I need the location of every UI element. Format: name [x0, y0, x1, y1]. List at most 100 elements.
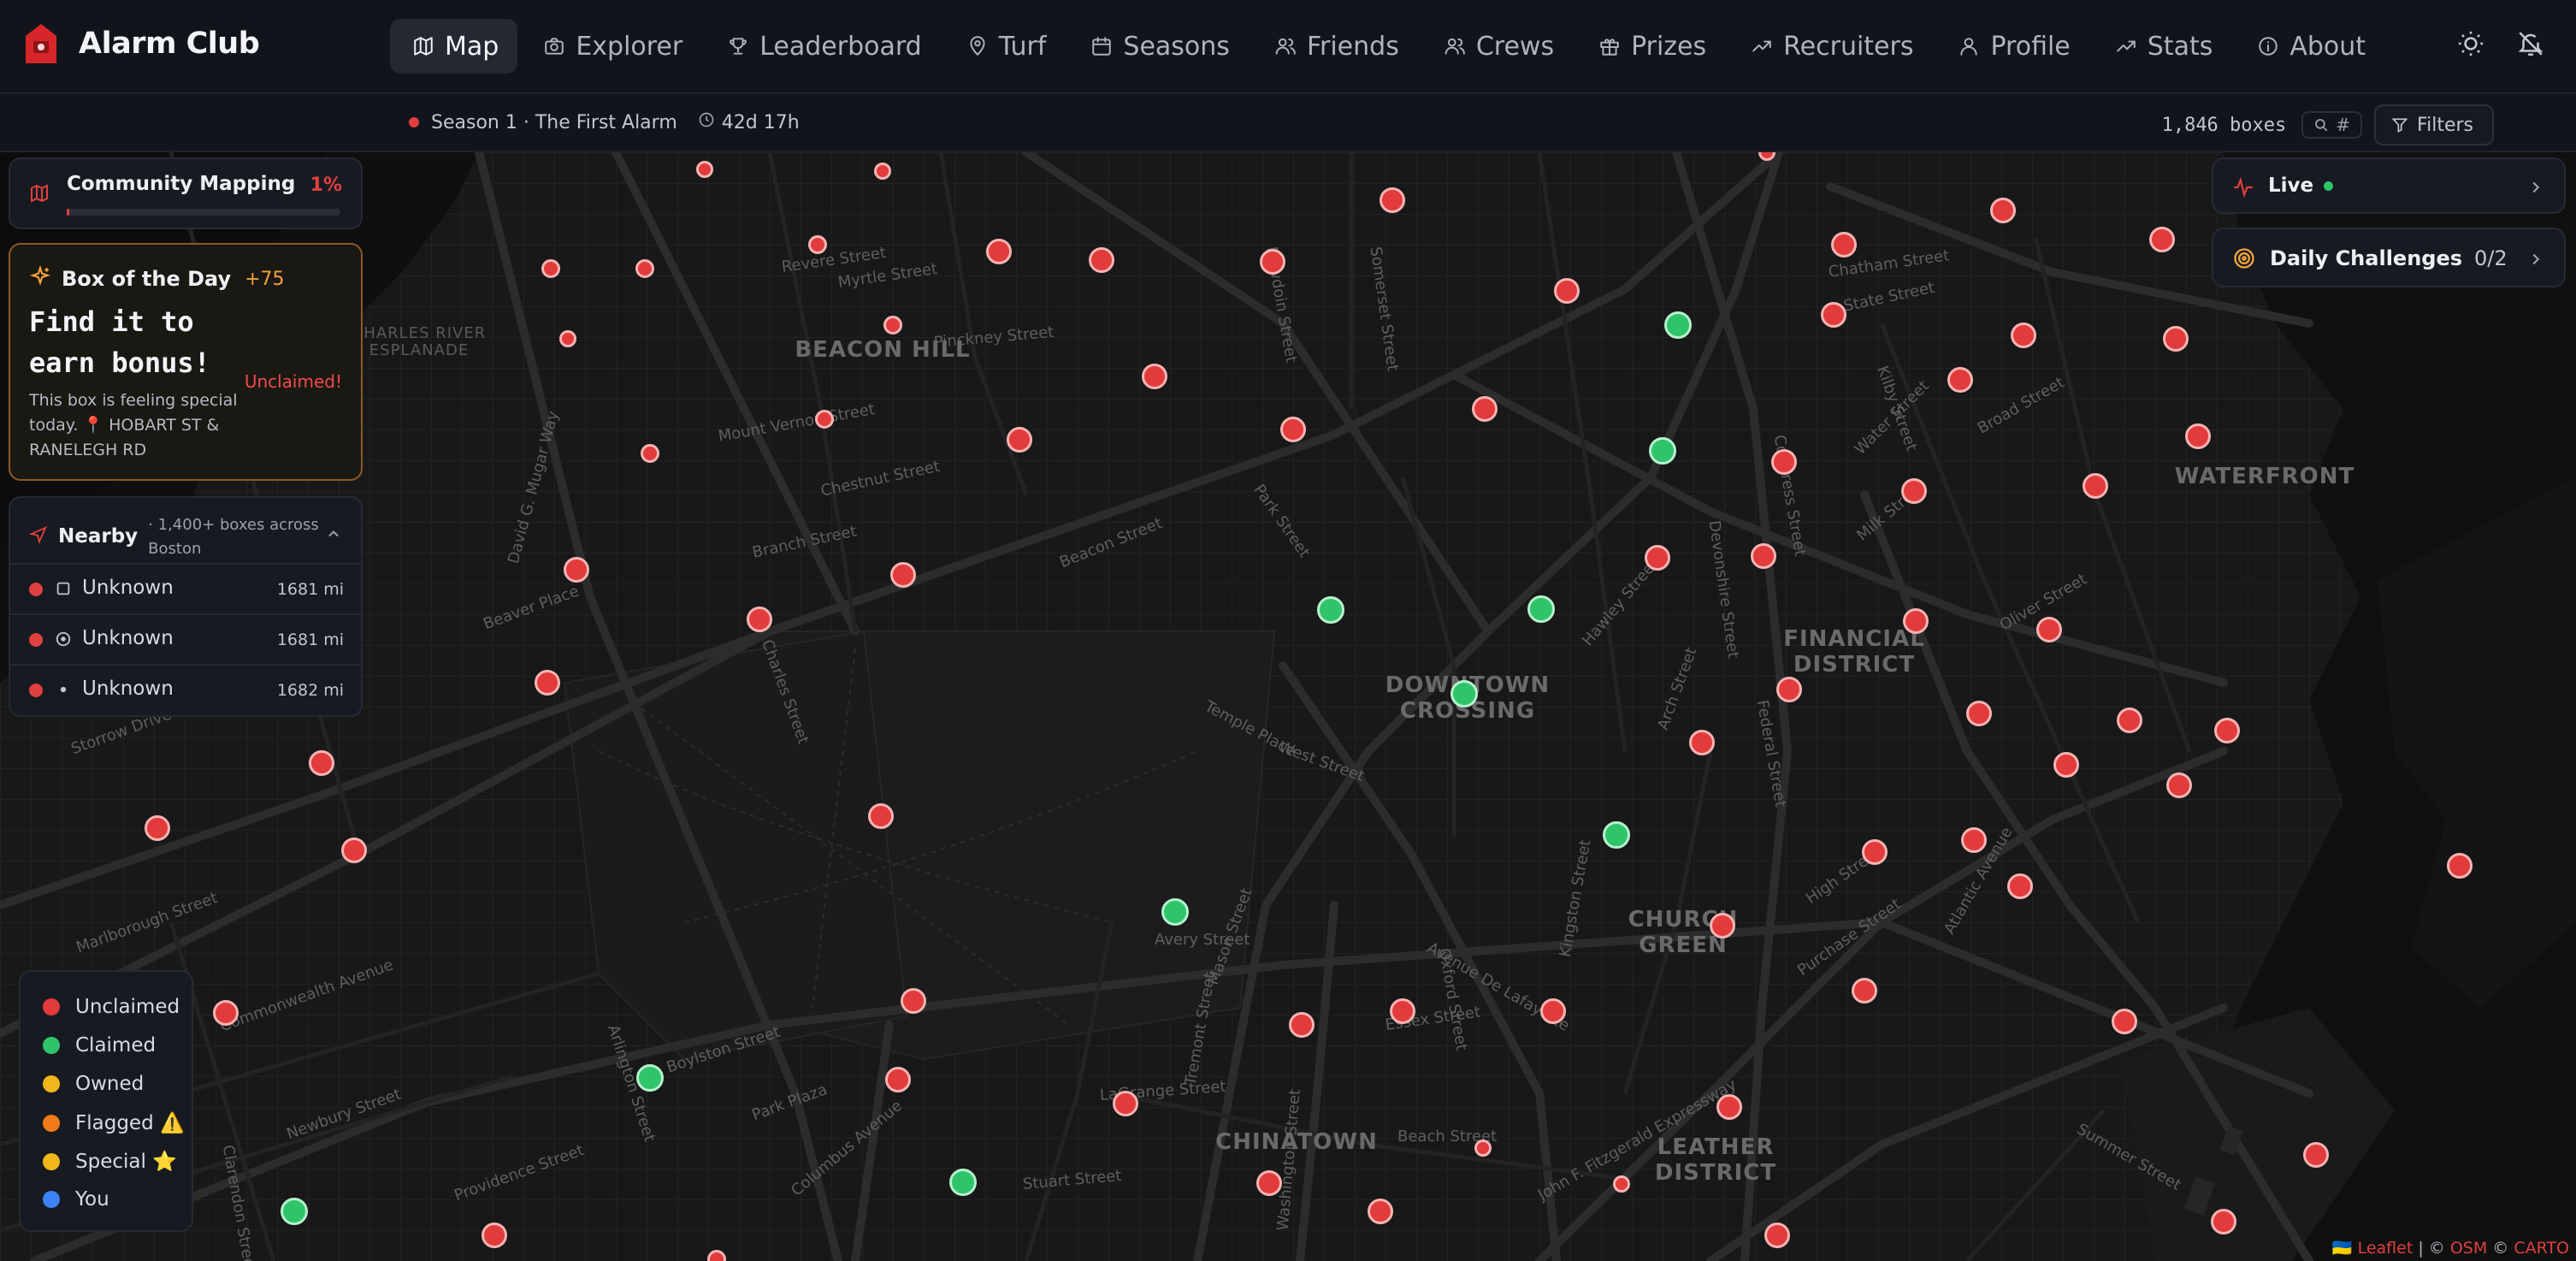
unclaimed-box-marker[interactable]	[2166, 773, 2192, 798]
unclaimed-box-marker[interactable]	[1901, 478, 1927, 504]
unclaimed-box-marker[interactable]	[2447, 853, 2473, 879]
unclaimed-box-marker[interactable]	[641, 444, 659, 463]
unclaimed-box-marker[interactable]	[1142, 364, 1167, 389]
claimed-box-marker[interactable]	[1527, 595, 1555, 623]
unclaimed-box-marker[interactable]	[1289, 1012, 1315, 1038]
map-canvas[interactable]: Beacon Street Charles Street Boylston Stre…	[0, 152, 2576, 1261]
unclaimed-box-marker[interactable]	[808, 235, 827, 254]
leaflet-link[interactable]: 🇺🇦 Leaflet	[2332, 1239, 2413, 1258]
unclaimed-box-marker[interactable]	[2036, 617, 2062, 642]
unclaimed-box-marker[interactable]	[541, 259, 560, 278]
unclaimed-box-marker[interactable]	[1831, 232, 1857, 258]
unclaimed-box-marker[interactable]	[1540, 998, 1566, 1024]
nav-friends[interactable]: Friends	[1252, 19, 1418, 74]
unclaimed-box-marker[interactable]	[2053, 752, 2079, 778]
unclaimed-box-marker[interactable]	[1368, 1199, 1393, 1224]
unclaimed-box-marker[interactable]	[1280, 417, 1306, 442]
nav-leaderboard[interactable]: Leaderboard	[705, 19, 941, 74]
unclaimed-box-marker[interactable]	[890, 562, 916, 588]
nav-recruiters[interactable]: Recruiters	[1728, 19, 1932, 74]
live-feed-card[interactable]: Live	[2212, 157, 2566, 214]
unclaimed-box-marker[interactable]	[635, 259, 654, 278]
claimed-box-marker[interactable]	[1161, 898, 1189, 926]
nav-about[interactable]: About	[2235, 19, 2384, 74]
unclaimed-box-marker[interactable]	[564, 557, 589, 583]
unclaimed-box-marker[interactable]	[482, 1223, 507, 1248]
nav-prizes[interactable]: Prizes	[1576, 19, 1725, 74]
theme-toggle-sun-icon[interactable]	[2456, 29, 2485, 62]
unclaimed-box-marker[interactable]	[2149, 227, 2175, 252]
filters-button[interactable]: Filters	[2374, 104, 2494, 145]
community-mapping-card[interactable]: Community Mapping 1%	[9, 157, 363, 229]
nav-profile[interactable]: Profile	[1935, 19, 2089, 74]
nav-crews[interactable]: Crews	[1421, 19, 1573, 74]
unclaimed-box-marker[interactable]	[1472, 396, 1498, 422]
unclaimed-box-marker[interactable]	[1862, 839, 1888, 865]
unclaimed-box-marker[interactable]	[874, 163, 891, 180]
unclaimed-box-marker[interactable]	[885, 1067, 911, 1092]
claimed-box-marker[interactable]	[1603, 821, 1630, 849]
unclaimed-box-marker[interactable]	[2083, 473, 2108, 499]
nav-map[interactable]: Map	[390, 19, 518, 74]
unclaimed-box-marker[interactable]	[2011, 323, 2036, 348]
unclaimed-box-marker[interactable]	[2163, 326, 2189, 352]
nav-turf[interactable]: Turf	[944, 19, 1066, 74]
unclaimed-box-marker[interactable]	[1256, 1170, 1282, 1196]
unclaimed-box-marker[interactable]	[1776, 677, 1802, 702]
unclaimed-box-marker[interactable]	[2007, 873, 2033, 899]
unclaimed-box-marker[interactable]	[2185, 423, 2211, 449]
unclaimed-box-marker[interactable]	[145, 815, 170, 841]
notifications-off-bell-icon[interactable]	[2516, 29, 2545, 62]
unclaimed-box-marker[interactable]	[747, 607, 772, 632]
unclaimed-box-marker[interactable]	[1007, 427, 1032, 453]
unclaimed-box-marker[interactable]	[1716, 1094, 1742, 1120]
nearby-item[interactable]: Unknown 1681 mi	[10, 613, 361, 663]
unclaimed-box-marker[interactable]	[1613, 1175, 1630, 1193]
nav-explorer[interactable]: Explorer	[521, 19, 701, 74]
unclaimed-box-marker[interactable]	[883, 316, 902, 334]
unclaimed-box-marker[interactable]	[868, 803, 894, 829]
unclaimed-box-marker[interactable]	[1260, 249, 1285, 275]
unclaimed-box-marker[interactable]	[341, 838, 367, 863]
claimed-box-marker[interactable]	[1450, 680, 1478, 707]
claimed-box-marker[interactable]	[1317, 596, 1344, 624]
box-of-the-day-card[interactable]: Box of the Day +75 Find it to earn bonus…	[9, 243, 363, 481]
unclaimed-box-marker[interactable]	[2211, 1209, 2236, 1234]
unclaimed-box-marker[interactable]	[1380, 187, 1405, 213]
unclaimed-box-marker[interactable]	[1689, 730, 1715, 755]
unclaimed-box-marker[interactable]	[2112, 1009, 2137, 1034]
unclaimed-box-marker[interactable]	[1966, 701, 1992, 726]
nav-seasons[interactable]: Seasons	[1068, 19, 1249, 74]
unclaimed-box-marker[interactable]	[696, 161, 713, 178]
unclaimed-box-marker[interactable]	[559, 330, 576, 347]
nearby-item[interactable]: Unknown 1682 mi	[10, 664, 361, 713]
unclaimed-box-marker[interactable]	[1771, 449, 1797, 475]
unclaimed-box-marker[interactable]	[1764, 1223, 1790, 1248]
unclaimed-box-marker[interactable]	[2303, 1142, 2329, 1168]
collapse-chevron-up-icon[interactable]	[325, 525, 342, 546]
unclaimed-box-marker[interactable]	[1645, 545, 1670, 571]
unclaimed-box-marker[interactable]	[1821, 302, 1846, 328]
unclaimed-box-marker[interactable]	[1903, 608, 1929, 634]
unclaimed-box-marker[interactable]	[1751, 543, 1776, 569]
unclaimed-box-marker[interactable]	[986, 239, 1012, 264]
unclaimed-box-marker[interactable]	[1947, 367, 1973, 393]
unclaimed-box-marker[interactable]	[1474, 1140, 1492, 1157]
unclaimed-box-marker[interactable]	[213, 1000, 239, 1026]
logo[interactable]: Alarm Club	[26, 24, 260, 63]
unclaimed-box-marker[interactable]	[535, 670, 560, 696]
unclaimed-box-marker[interactable]	[1990, 198, 2016, 223]
claimed-box-marker[interactable]	[281, 1198, 308, 1225]
unclaimed-box-marker[interactable]	[2117, 707, 2142, 733]
unclaimed-box-marker[interactable]	[1852, 978, 1877, 1003]
osm-link[interactable]: OSM	[2450, 1239, 2487, 1258]
claimed-box-marker[interactable]	[1664, 311, 1692, 339]
unclaimed-box-marker[interactable]	[1710, 913, 1735, 938]
nearby-item[interactable]: Unknown 1681 mi	[10, 563, 361, 613]
claimed-box-marker[interactable]	[1649, 437, 1676, 465]
unclaimed-box-marker[interactable]	[1961, 827, 1987, 853]
unclaimed-box-marker[interactable]	[815, 410, 834, 429]
claimed-box-marker[interactable]	[636, 1064, 664, 1092]
unclaimed-box-marker[interactable]	[309, 750, 334, 776]
unclaimed-box-marker[interactable]	[1089, 247, 1114, 273]
